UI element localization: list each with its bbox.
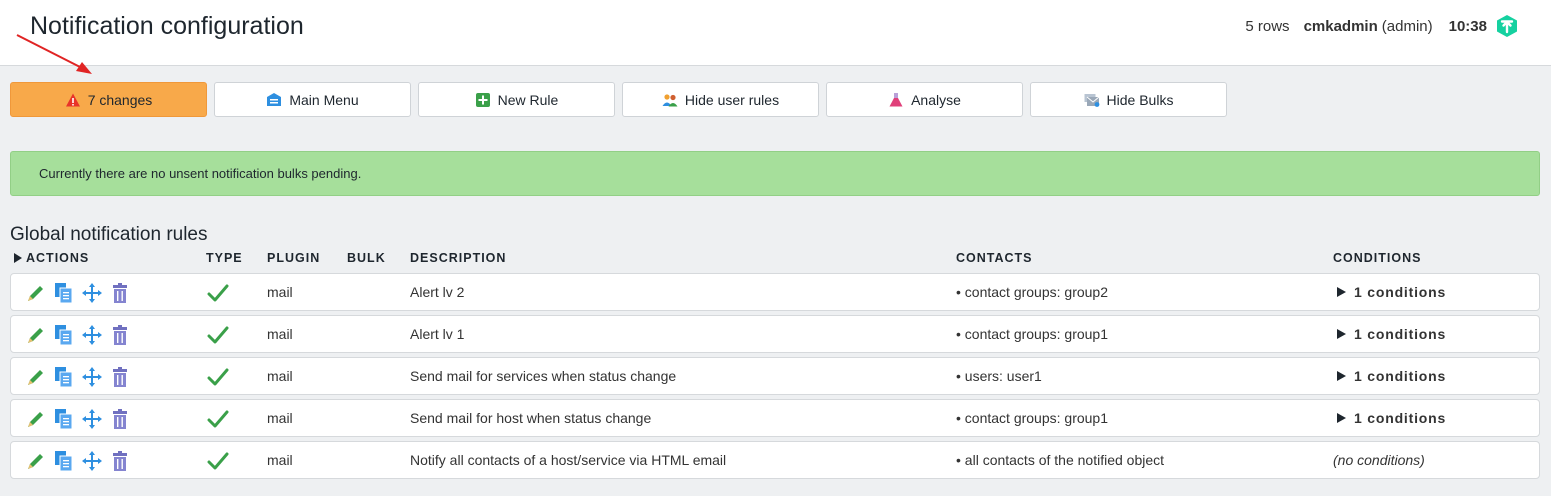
row-actions: [25, 324, 137, 346]
table-row: mail Alert lv 2 • contact groups: group2…: [10, 273, 1540, 311]
table-row: mail Alert lv 1 • contact groups: group1…: [10, 315, 1540, 353]
delete-trash-icon[interactable]: [109, 366, 131, 388]
contacts-value: • users: user1: [956, 368, 1042, 384]
plugin-value: mail: [267, 368, 293, 384]
check-icon: [207, 284, 229, 302]
description-value: Send mail for services when status chang…: [410, 368, 677, 384]
delete-trash-icon[interactable]: [109, 324, 131, 346]
user-role: (admin): [1381, 17, 1433, 35]
clock: 10:38: [1448, 17, 1487, 35]
conditions-toggle[interactable]: 1 conditions: [1337, 368, 1446, 384]
column-description: DESCRIPTION: [410, 251, 507, 265]
column-plugin: PLUGIN: [267, 251, 321, 265]
toolbar: 7 changes Main Menu New Rule Hide user r…: [10, 82, 1234, 117]
plugin-value: mail: [267, 284, 293, 300]
main-menu-label: Main Menu: [289, 91, 359, 108]
analyse-button[interactable]: Analyse: [826, 82, 1023, 117]
description-value: Notify all contacts of a host/service vi…: [410, 452, 727, 468]
expand-triangle-icon[interactable]: [1337, 287, 1346, 297]
clone-icon[interactable]: [53, 324, 75, 346]
expand-triangle-icon[interactable]: [1337, 371, 1346, 381]
check-icon: [207, 452, 229, 470]
clone-icon[interactable]: [53, 366, 75, 388]
row-actions: [25, 450, 137, 472]
conditions-toggle[interactable]: 1 conditions: [1337, 284, 1446, 300]
edit-pencil-icon[interactable]: [25, 408, 47, 430]
description-value: Alert lv 1: [410, 326, 465, 342]
delete-trash-icon[interactable]: [109, 408, 131, 430]
drag-move-icon[interactable]: [81, 366, 103, 388]
conditions-toggle[interactable]: 1 conditions: [1337, 410, 1446, 426]
success-message: Currently there are no unsent notificati…: [10, 151, 1540, 196]
annotation-arrow-icon: [16, 34, 92, 74]
contacts-value: • contact groups: group2: [956, 284, 1108, 300]
edit-pencil-icon[interactable]: [25, 282, 47, 304]
hide-bulks-label: Hide Bulks: [1106, 91, 1174, 108]
plugin-value: mail: [267, 452, 293, 468]
description-value: Send mail for host when status change: [410, 410, 652, 426]
table-row: mail Notify all contacts of a host/servi…: [10, 441, 1540, 479]
drag-move-icon[interactable]: [81, 450, 103, 472]
clone-icon[interactable]: [53, 282, 75, 304]
main-menu-button[interactable]: Main Menu: [214, 82, 411, 117]
plugin-value: mail: [267, 326, 293, 342]
conditions-toggle[interactable]: 1 conditions: [1337, 326, 1446, 342]
description-value: Alert lv 2: [410, 284, 465, 300]
checkmk-logo-icon[interactable]: [1495, 14, 1519, 38]
column-bulk: BULK: [347, 251, 386, 265]
analyse-label: Analyse: [911, 91, 961, 108]
no-conditions: (no conditions): [1333, 452, 1425, 468]
drag-move-icon[interactable]: [81, 282, 103, 304]
column-type: TYPE: [206, 251, 243, 265]
hide-user-rules-label: Hide user rules: [684, 91, 780, 108]
changes-button-label: 7 changes: [87, 91, 153, 108]
column-actions[interactable]: ACTIONS: [14, 251, 89, 265]
row-count: 5 rows: [1245, 17, 1290, 35]
edit-pencil-icon[interactable]: [25, 324, 47, 346]
delete-trash-icon[interactable]: [109, 450, 131, 472]
title-bar: Notification configuration 5 rows cmkadm…: [0, 0, 1551, 66]
hide-bulks-button[interactable]: Hide Bulks: [1030, 82, 1227, 117]
expand-triangle-icon[interactable]: [1337, 329, 1346, 339]
changes-button[interactable]: 7 changes: [10, 82, 207, 117]
row-actions: [25, 408, 137, 430]
section-title: Global notification rules: [10, 224, 208, 245]
bulk-mail-icon: [1084, 93, 1099, 107]
hide-user-rules-button[interactable]: Hide user rules: [622, 82, 819, 117]
table-row: mail Send mail for host when status chan…: [10, 399, 1540, 437]
new-rule-button[interactable]: New Rule: [418, 82, 615, 117]
drag-move-icon[interactable]: [81, 408, 103, 430]
check-icon: [207, 368, 229, 386]
column-contacts: CONTACTS: [956, 251, 1033, 265]
row-actions: [25, 366, 137, 388]
header-status: 5 rows cmkadmin (admin) 10:38: [1245, 14, 1519, 38]
flask-icon: [889, 92, 903, 106]
row-actions: [25, 282, 137, 304]
clone-icon[interactable]: [53, 450, 75, 472]
main-menu-icon: [267, 92, 282, 106]
expand-triangle-icon[interactable]: [14, 253, 22, 263]
username[interactable]: cmkadmin: [1304, 18, 1378, 35]
plus-icon: [475, 92, 490, 107]
delete-trash-icon[interactable]: [109, 282, 131, 304]
users-icon: [662, 93, 678, 106]
column-conditions: CONDITIONS: [1333, 251, 1422, 265]
check-icon: [207, 410, 229, 428]
contacts-value: • all contacts of the notified object: [956, 452, 1165, 468]
table-row: mail Send mail for services when status …: [10, 357, 1540, 395]
expand-triangle-icon[interactable]: [1337, 413, 1346, 423]
warning-icon: [65, 93, 80, 106]
edit-pencil-icon[interactable]: [25, 450, 47, 472]
check-icon: [207, 326, 229, 344]
clone-icon[interactable]: [53, 408, 75, 430]
contacts-value: • contact groups: group1: [956, 326, 1108, 342]
new-rule-label: New Rule: [497, 91, 559, 108]
plugin-value: mail: [267, 410, 293, 426]
table-header: ACTIONS TYPE PLUGIN BULK DESCRIPTION CON…: [10, 251, 1540, 269]
contacts-value: • contact groups: group1: [956, 410, 1108, 426]
drag-move-icon[interactable]: [81, 324, 103, 346]
edit-pencil-icon[interactable]: [25, 366, 47, 388]
